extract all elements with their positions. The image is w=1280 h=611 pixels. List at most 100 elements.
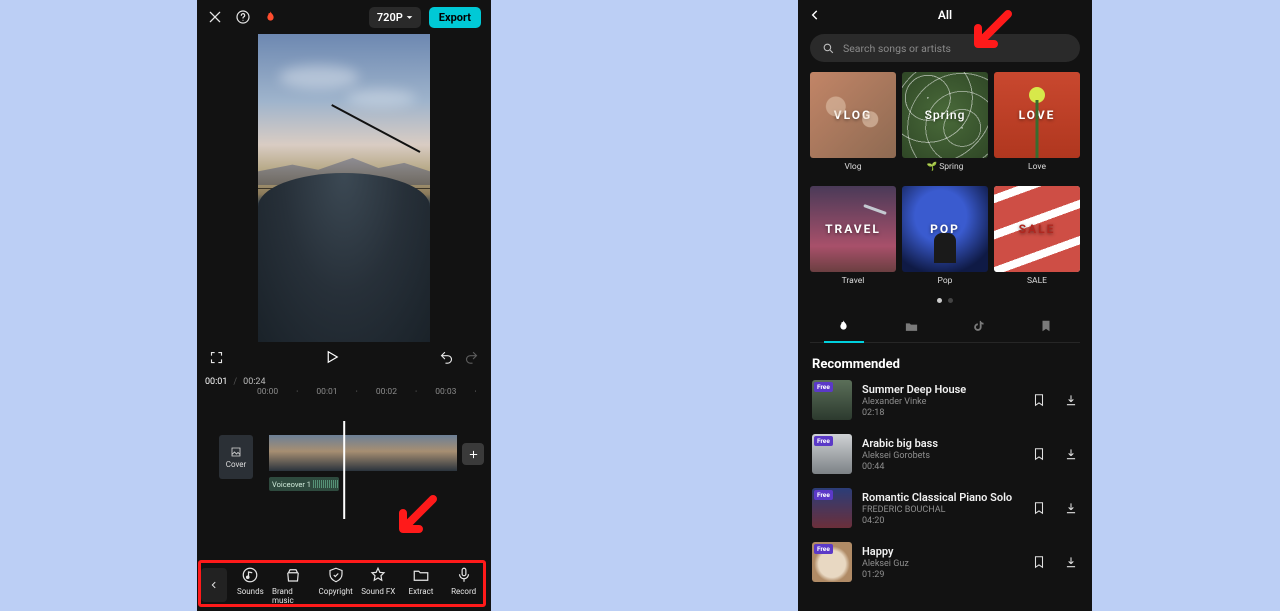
bookmark-icon[interactable] bbox=[1032, 447, 1046, 461]
video-preview[interactable] bbox=[258, 34, 430, 342]
category-vlog[interactable]: VLOG bbox=[810, 72, 896, 158]
cover-button[interactable]: Cover bbox=[219, 435, 253, 479]
tab-folder[interactable] bbox=[878, 311, 946, 342]
toolbar-record[interactable]: Record bbox=[443, 566, 485, 605]
song-artist: Alexander Vinke bbox=[862, 397, 1022, 407]
add-clip-button[interactable] bbox=[462, 443, 484, 465]
song-duration: 01:29 bbox=[862, 570, 1022, 580]
song-title: Arabic big bass bbox=[862, 437, 1022, 450]
song-duration: 04:20 bbox=[862, 516, 1022, 526]
flame-icon bbox=[836, 319, 851, 334]
playhead[interactable] bbox=[343, 421, 345, 519]
timeline[interactable]: Cover Voiceover 1 bbox=[197, 429, 491, 489]
bottom-toolbar: Sounds Brand music Copyright Sound FX Ex… bbox=[197, 559, 491, 611]
bookmark-icon[interactable] bbox=[1032, 555, 1046, 569]
redo-icon[interactable] bbox=[464, 350, 479, 365]
toolbar-back-button[interactable] bbox=[201, 568, 227, 602]
bookmark-icon[interactable] bbox=[1032, 501, 1046, 515]
toolbar-extract[interactable]: Extract bbox=[400, 566, 442, 605]
close-icon[interactable] bbox=[207, 9, 223, 25]
editor-header: 720P Export bbox=[197, 0, 491, 34]
free-badge: Free bbox=[814, 544, 833, 554]
free-badge: Free bbox=[814, 436, 833, 446]
song-title: Summer Deep House bbox=[862, 383, 1022, 396]
bookmark-icon[interactable] bbox=[1032, 393, 1046, 407]
song-artist: Aleksei Guz bbox=[862, 559, 1022, 569]
download-icon[interactable] bbox=[1064, 501, 1078, 515]
song-cover: Free bbox=[812, 380, 852, 420]
song-row[interactable]: Free Romantic Classical Piano Solo FREDE… bbox=[812, 488, 1078, 528]
music-header: All bbox=[798, 0, 1092, 30]
search-input[interactable]: Search songs or artists bbox=[810, 34, 1080, 62]
star-icon bbox=[369, 566, 387, 584]
time-current: 00:01 bbox=[205, 377, 227, 387]
fullscreen-icon[interactable] bbox=[209, 350, 224, 365]
recommended-heading: Recommended bbox=[798, 343, 1092, 380]
timeline-ruler: 00:00· 00:01· 00:02· 00:03· 00:04· 00:05… bbox=[197, 387, 491, 401]
dot-1[interactable] bbox=[937, 298, 942, 303]
song-title: Happy bbox=[862, 545, 1022, 558]
toolbar-sound-fx[interactable]: Sound FX bbox=[357, 566, 399, 605]
folder-icon bbox=[412, 566, 430, 584]
song-row[interactable]: Free Happy Aleksei Guz 01:29 bbox=[812, 542, 1078, 582]
category-travel[interactable]: TRAVEL bbox=[810, 186, 896, 272]
dot-2[interactable] bbox=[948, 298, 953, 303]
music-note-icon bbox=[241, 566, 259, 584]
back-icon[interactable] bbox=[808, 8, 822, 22]
free-badge: Free bbox=[814, 382, 833, 392]
song-artist: FREDERIC BOUCHAL bbox=[862, 505, 1022, 515]
folder-icon bbox=[904, 319, 919, 334]
search-placeholder: Search songs or artists bbox=[843, 42, 951, 55]
shield-icon bbox=[327, 566, 345, 584]
quality-label: 720P bbox=[377, 11, 403, 24]
song-cover: Free bbox=[812, 542, 852, 582]
tab-bookmarks[interactable] bbox=[1013, 311, 1081, 342]
search-icon bbox=[822, 42, 835, 55]
song-title: Romantic Classical Piano Solo bbox=[862, 491, 1022, 504]
toolbar-copyright[interactable]: Copyright bbox=[315, 566, 357, 605]
play-icon[interactable] bbox=[323, 348, 341, 366]
bookmark-icon bbox=[1039, 319, 1053, 333]
category-spring[interactable]: Spring bbox=[902, 72, 988, 158]
time-total: 00:24 bbox=[243, 377, 265, 387]
player-controls bbox=[197, 342, 491, 372]
voiceover-label: Voiceover 1 bbox=[272, 480, 311, 489]
help-icon[interactable] bbox=[235, 9, 251, 25]
cover-label: Cover bbox=[226, 460, 247, 469]
song-row[interactable]: Free Summer Deep House Alexander Vinke 0… bbox=[812, 380, 1078, 420]
toolbar-sounds[interactable]: Sounds bbox=[229, 566, 271, 605]
song-duration: 02:18 bbox=[862, 408, 1022, 418]
flame-icon[interactable] bbox=[263, 10, 278, 25]
download-icon[interactable] bbox=[1064, 447, 1078, 461]
tab-trending[interactable] bbox=[810, 311, 878, 342]
song-row[interactable]: Free Arabic big bass Aleksei Gorobets 00… bbox=[812, 434, 1078, 474]
voiceover-track[interactable]: Voiceover 1 bbox=[269, 477, 339, 491]
song-list: Free Summer Deep House Alexander Vinke 0… bbox=[798, 380, 1092, 582]
song-cover: Free bbox=[812, 488, 852, 528]
brand-music-icon bbox=[284, 566, 302, 584]
tiktok-icon bbox=[971, 319, 986, 334]
song-cover: Free bbox=[812, 434, 852, 474]
editor-screen: 720P Export 00:01 / 00:24 00:00· bbox=[197, 0, 491, 611]
music-tabs bbox=[810, 311, 1080, 343]
download-icon[interactable] bbox=[1064, 393, 1078, 407]
clip-strip[interactable] bbox=[269, 435, 457, 471]
toolbar-brand-music[interactable]: Brand music bbox=[272, 566, 314, 605]
quality-selector[interactable]: 720P bbox=[369, 7, 421, 28]
category-sale[interactable]: SALE bbox=[994, 186, 1080, 272]
time-readout: 00:01 / 00:24 bbox=[197, 372, 491, 387]
song-duration: 00:44 bbox=[862, 462, 1022, 472]
tab-tiktok[interactable] bbox=[945, 311, 1013, 342]
free-badge: Free bbox=[814, 490, 833, 500]
category-grid: VLOG Vlog Spring 🌱 Spring LOVE Love bbox=[798, 72, 1092, 172]
song-artist: Aleksei Gorobets bbox=[862, 451, 1022, 461]
undo-icon[interactable] bbox=[439, 350, 454, 365]
music-screen: All Search songs or artists VLOG Vlog Sp… bbox=[798, 0, 1092, 611]
page-dots bbox=[798, 298, 1092, 303]
microphone-icon bbox=[455, 566, 473, 584]
category-pop[interactable]: POP bbox=[902, 186, 988, 272]
category-love[interactable]: LOVE bbox=[994, 72, 1080, 158]
export-button[interactable]: Export bbox=[429, 7, 481, 28]
music-title: All bbox=[938, 8, 952, 22]
download-icon[interactable] bbox=[1064, 555, 1078, 569]
